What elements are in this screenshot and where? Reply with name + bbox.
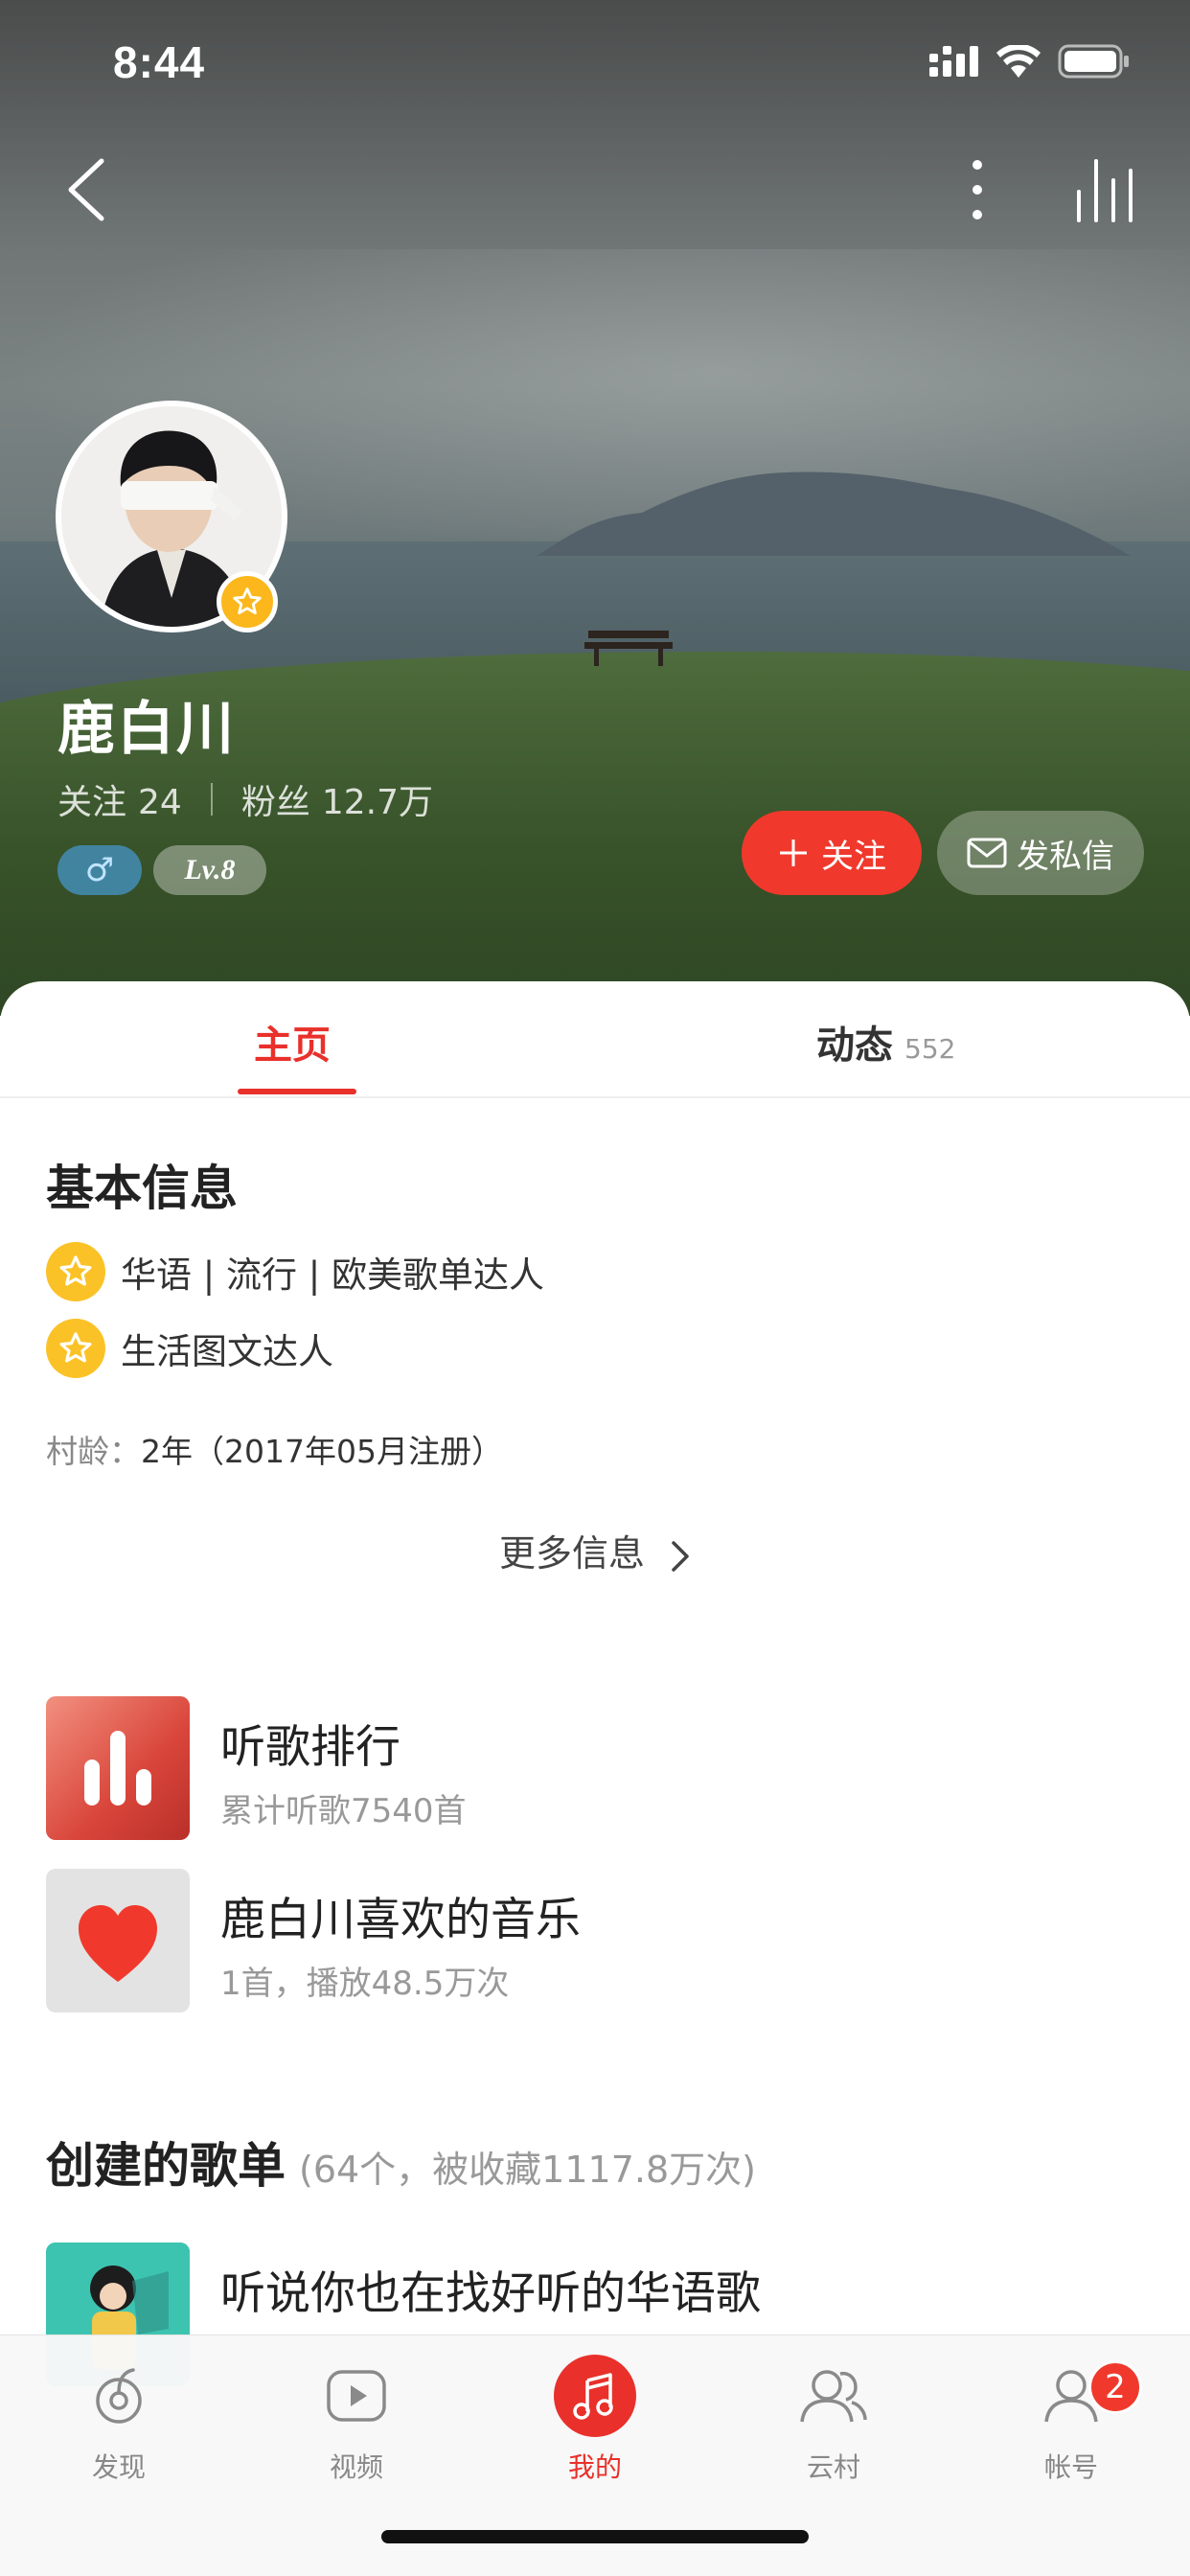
list-item-subtitle: 1首，播放48.5万次 (220, 1965, 510, 2003)
created-playlists-title: 创建的歌单 (64个，被收藏1117.8万次) (46, 2128, 756, 2196)
bar-chart-icon (46, 1696, 190, 1840)
list-item-subtitle: 累计听歌7540首 (220, 1792, 467, 1830)
following-count: 24 (138, 783, 182, 822)
tabbar-item-account[interactable]: 帐号 2 (985, 2355, 1157, 2498)
profile-name: 鹿白川 (57, 696, 236, 763)
star-icon (46, 1242, 105, 1301)
status-time: 8:44 (113, 37, 206, 87)
chevron-right-icon (672, 1540, 689, 1572)
tabbar-label: 云村 (806, 2451, 860, 2483)
created-playlists-label: 创建的歌单 (46, 2138, 286, 2194)
follow-button-label: 关注 (821, 837, 886, 876)
avatar-star-badge (217, 571, 278, 632)
expert-badge-row[interactable]: 华语 | 流行 | 欧美歌单达人 (46, 1242, 544, 1301)
discover-icon (78, 2355, 160, 2437)
follow-button[interactable]: 关注 (742, 811, 922, 895)
star-icon (233, 587, 262, 615)
music-note-icon (554, 2355, 636, 2437)
expert-badge-text: 华语 | 流行 | 欧美歌单达人 (121, 1254, 544, 1296)
more-vertical-icon[interactable] (958, 151, 996, 228)
message-button[interactable]: 发私信 (937, 811, 1144, 895)
basic-info-title: 基本信息 (46, 1161, 238, 1216)
friends-icon (792, 2355, 875, 2437)
list-item-title: 鹿白川喜欢的音乐 (220, 1894, 581, 1946)
fans-link[interactable]: 粉丝 12.7万 (241, 774, 433, 824)
list-item-title: 听歌排行 (220, 1721, 400, 1774)
notification-badge: 2 (1088, 2360, 1142, 2414)
tabbar-item-mine[interactable]: 我的 (509, 2355, 681, 2498)
list-item-listening-rank[interactable]: 听歌排行 累计听歌7540首 (46, 1696, 1148, 1840)
expert-badge-row[interactable]: 生活图文达人 (46, 1319, 333, 1378)
following-label: 关注 (57, 783, 127, 822)
tab-feed[interactable]: 动态 552 (816, 1014, 955, 1070)
tabbar-label: 视频 (329, 2451, 383, 2483)
message-button-label: 发私信 (1017, 837, 1114, 876)
audio-levels-icon[interactable] (1071, 153, 1138, 226)
battery-icon (1058, 44, 1129, 79)
back-arrow-icon[interactable] (59, 151, 117, 228)
cellular-signal-icon (929, 46, 978, 77)
plus-icon (780, 840, 807, 866)
tab-home[interactable]: 主页 (254, 1014, 331, 1070)
village-age-label: 村龄： (46, 1433, 141, 1470)
tabbar-item-discover[interactable]: 发现 (33, 2355, 205, 2498)
tab-feed-label: 动态 (816, 1024, 893, 1068)
more-info-label: 更多信息 (498, 1532, 645, 1575)
gender-tag: ♂ (57, 845, 142, 895)
village-age-value: 2年（2017年05月注册） (141, 1433, 503, 1470)
tabbar-label: 发现 (91, 2451, 146, 2483)
follow-stats: 关注 24 粉丝 12.7万 (57, 774, 433, 824)
level-text: Lv.8 (184, 854, 236, 886)
following-link[interactable]: 关注 24 (57, 774, 182, 824)
heart-icon (46, 1869, 190, 2012)
mail-icon (967, 838, 1007, 868)
list-item-liked-music[interactable]: 鹿白川喜欢的音乐 1首，播放48.5万次 (46, 1869, 1148, 2012)
tabbar-item-friends[interactable]: 云村 (747, 2355, 920, 2498)
home-indicator[interactable] (381, 2530, 809, 2543)
status-icons (929, 44, 1131, 79)
tabbar-item-video[interactable]: 视频 (270, 2355, 443, 2498)
created-playlists-meta: (64个，被收藏1117.8万次) (299, 2149, 756, 2191)
village-age: 村龄：2年（2017年05月注册） (46, 1426, 503, 1472)
playlist-title: 听说你也在找好听的华语歌 (220, 2267, 761, 2320)
level-tag[interactable]: Lv.8 (153, 845, 266, 895)
male-icon: ♂ (84, 851, 115, 889)
more-info-link[interactable]: 更多信息 (0, 1524, 1190, 1576)
tabbar-label: 帐号 (1043, 2451, 1098, 2483)
fans-count: 12.7万 (321, 783, 434, 822)
status-bar: 8:44 (0, 0, 1190, 126)
video-icon (315, 2355, 398, 2437)
star-icon (46, 1319, 105, 1378)
active-tab-indicator (238, 1089, 356, 1094)
profile-tabs: 主页 动态 552 (0, 981, 1190, 1098)
stats-divider (210, 783, 213, 816)
tabbar-label: 我的 (567, 2451, 622, 2483)
wifi-icon (996, 45, 1041, 78)
tab-feed-count: 552 (904, 1033, 956, 1065)
fans-label: 粉丝 (240, 783, 310, 822)
expert-badge-text: 生活图文达人 (121, 1331, 333, 1372)
